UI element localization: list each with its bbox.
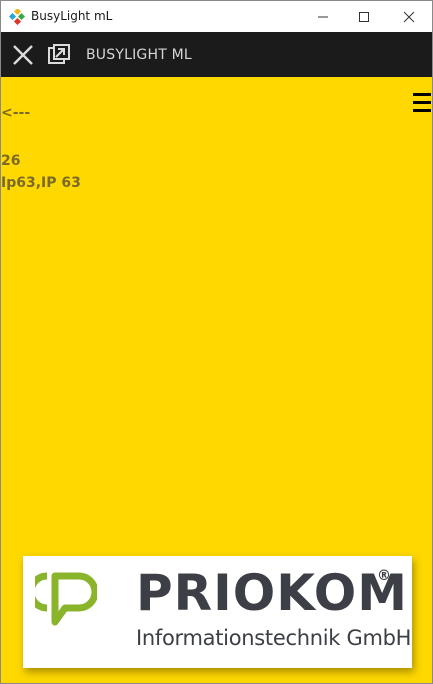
app-window: BusyLight mL BUSYLIGHT ML <--- 26 Ip63,I… [0, 0, 433, 684]
value-text-2: Ip63,IP 63 [1, 175, 81, 191]
minimize-button[interactable] [300, 1, 346, 32]
maximize-icon [359, 11, 369, 22]
priokom-logo-card: PRIOKOM ® Informationstechnik GmbH [23, 556, 412, 668]
priokom-logo-icon [35, 572, 97, 626]
appbar-title: BUSYLIGHT ML [86, 47, 192, 63]
value-text-1: 26 [1, 153, 21, 169]
window-titlebar[interactable]: BusyLight mL [1, 1, 432, 32]
close-icon [403, 11, 415, 22]
registered-mark: ® [377, 568, 391, 584]
app-header-bar: BUSYLIGHT ML [1, 32, 432, 77]
hamburger-menu-icon[interactable] [413, 93, 431, 113]
window-title: BusyLight mL [31, 9, 113, 23]
brand-subtitle: Informationstechnik GmbH [136, 626, 412, 650]
appbar-close-icon[interactable] [11, 43, 35, 67]
main-content: <--- 26 Ip63,IP 63 PRIOKOM ® Information… [1, 77, 432, 683]
minimize-icon [318, 16, 328, 17]
app-icon [9, 9, 25, 25]
maximize-button[interactable] [341, 1, 387, 32]
popout-icon[interactable] [47, 43, 71, 67]
close-button[interactable] [386, 1, 432, 32]
back-link[interactable]: <--- [1, 105, 30, 121]
brand-name: PRIOKOM [136, 564, 409, 622]
